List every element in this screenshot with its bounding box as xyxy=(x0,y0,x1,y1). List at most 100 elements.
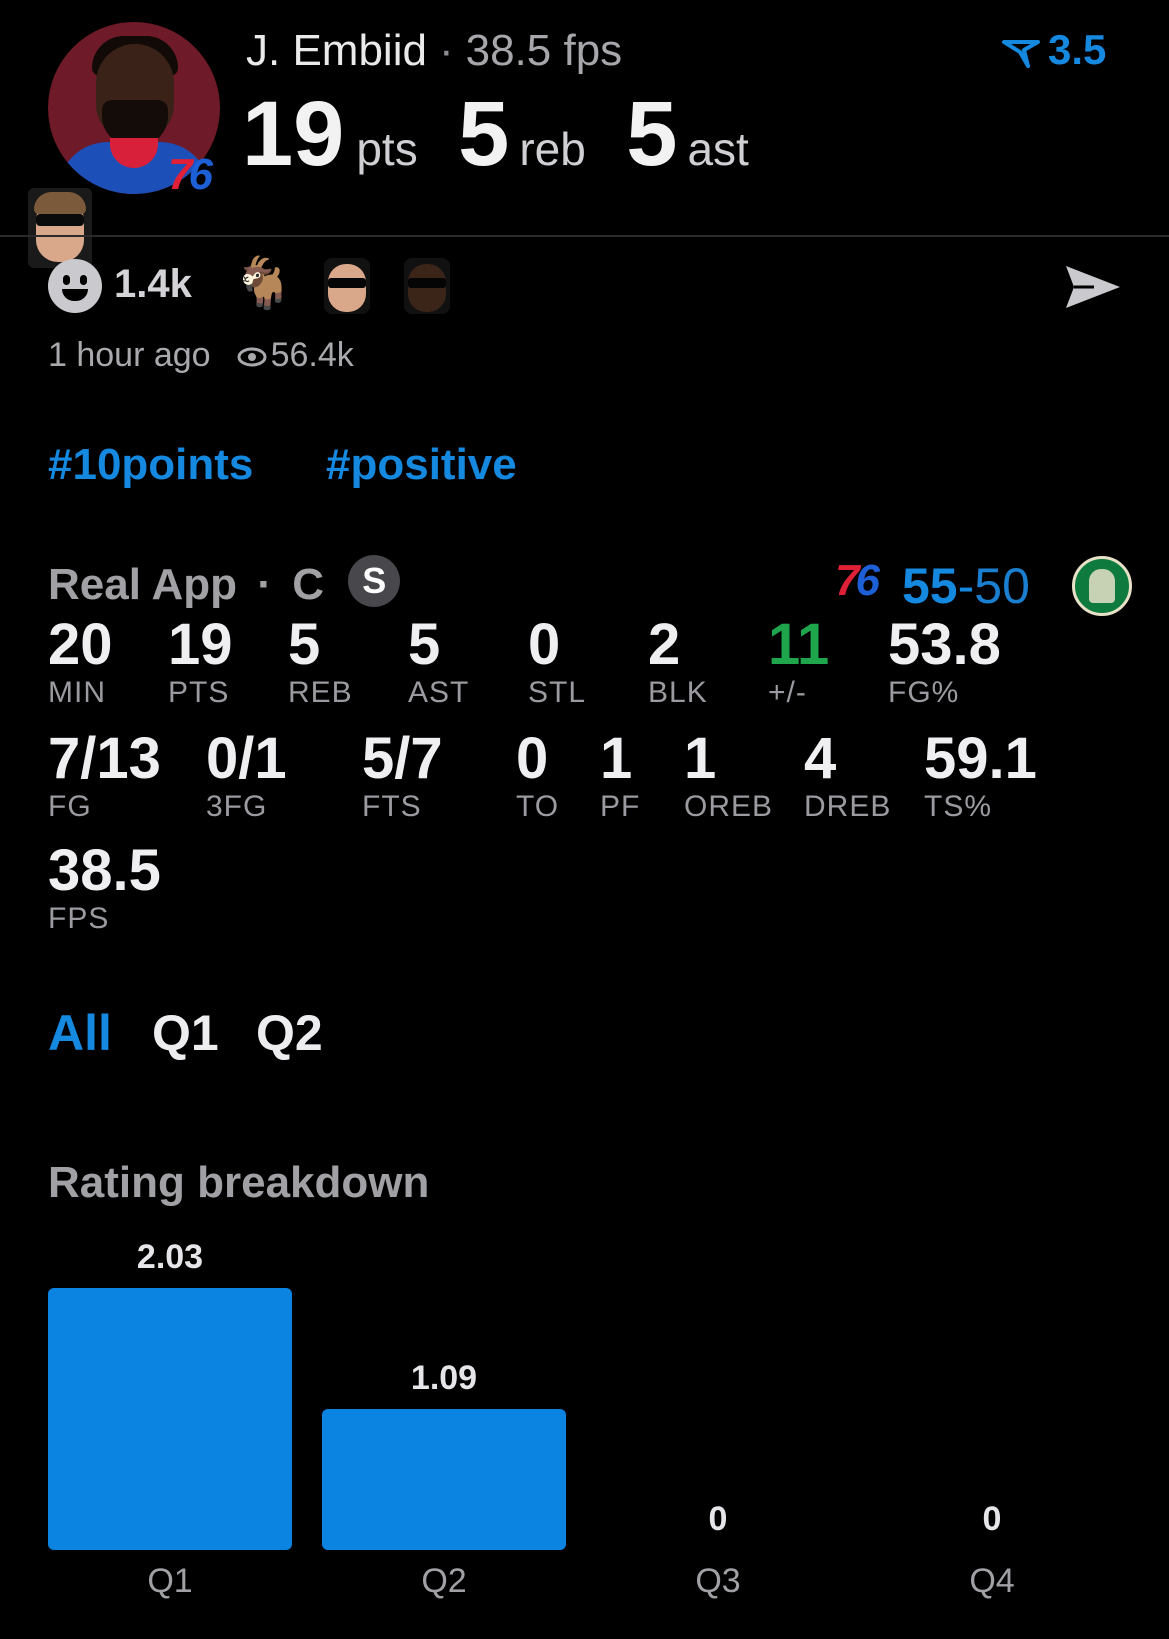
stat-value: 20 xyxy=(48,612,113,677)
stat-value: 4 xyxy=(804,726,837,791)
stat-value: 1 xyxy=(600,726,633,791)
stat-label: FPS xyxy=(48,902,110,935)
smile-icon[interactable] xyxy=(48,259,102,313)
hashtag-link[interactable]: #10points xyxy=(48,440,253,490)
stat-value: 19 xyxy=(168,612,233,677)
reb-value: 5 xyxy=(458,83,510,185)
stat-fps: 38.5 FPS xyxy=(48,840,161,936)
stat-value: 11 xyxy=(768,612,830,677)
category-label: Q2 xyxy=(421,1562,467,1600)
stat-: 11 +/- xyxy=(768,614,829,710)
stat-label: OREB xyxy=(684,790,774,823)
stat-ts: 59.1 TS% xyxy=(924,728,1037,824)
stat-label: DREB xyxy=(804,790,892,823)
stat-label: TO xyxy=(516,790,560,823)
pts-value: 19 xyxy=(242,83,345,185)
chart-bar-q1[interactable] xyxy=(48,1288,292,1550)
away-team-logo xyxy=(1072,556,1132,616)
bar-value-label: 1.09 xyxy=(410,1359,478,1397)
post-time: 1 hour ago xyxy=(48,336,211,374)
stat-oreb: 1 OREB xyxy=(684,728,773,824)
reactor-avatar[interactable] xyxy=(324,258,370,314)
hashtag-link[interactable]: #positive xyxy=(326,440,517,490)
stat-pf: 1 PF xyxy=(600,728,640,824)
post-meta: 1 hour ago 56.4k xyxy=(48,336,354,375)
stat-reb: 5 REB xyxy=(288,614,353,710)
game-score[interactable]: 55-50 xyxy=(902,557,1030,615)
stat-fg: 7/13 FG xyxy=(48,728,161,824)
position-label: C xyxy=(292,560,324,609)
stat-stl: 0 STL xyxy=(528,614,586,710)
tab-q1[interactable]: Q1 xyxy=(152,1004,219,1062)
stat-value: 53.8 xyxy=(888,612,1001,677)
stat-value: 0 xyxy=(516,726,549,791)
chart-bar-q2[interactable] xyxy=(322,1409,566,1550)
stat-pts: 19 PTS xyxy=(168,614,233,710)
source-label: Real App xyxy=(48,560,238,609)
stat-label: MIN xyxy=(48,676,106,709)
game-source-line: Real App · C S xyxy=(48,555,401,613)
stat-value: 38.5 xyxy=(48,838,161,903)
bar-value-label: 2.03 xyxy=(136,1238,204,1276)
stat-value: 5 xyxy=(288,612,321,677)
ast-unit: ast xyxy=(687,123,749,175)
stat-label: FG xyxy=(48,790,92,823)
ast-value: 5 xyxy=(626,83,678,185)
tab-q2[interactable]: Q2 xyxy=(256,1004,323,1062)
stat-value: 59.1 xyxy=(924,726,1037,791)
stat-label: FTS xyxy=(362,790,422,823)
headline-stats: 19 pts 5 reb 5 ast xyxy=(242,82,749,187)
player-name[interactable]: J. Embiid xyxy=(246,26,427,75)
stat-ast: 5 AST xyxy=(408,614,469,710)
chart-title: Rating breakdown xyxy=(48,1158,430,1207)
team-logo-76ers: 76 xyxy=(168,150,213,199)
stat-value: 7/13 xyxy=(48,726,161,791)
stat-value: 5/7 xyxy=(362,726,443,791)
divider xyxy=(0,235,1169,237)
stat-to: 0 TO xyxy=(516,728,559,824)
reb-unit: reb xyxy=(519,123,586,175)
stat-label: FG% xyxy=(888,676,960,709)
stat-fg: 53.8 FG% xyxy=(888,614,1001,710)
category-label: Q1 xyxy=(147,1562,193,1600)
stat-dreb: 4 DREB xyxy=(804,728,891,824)
stat-label: REB xyxy=(288,676,353,709)
stat-label: +/- xyxy=(768,676,807,709)
status-badge: S xyxy=(348,555,401,608)
rating-chart: 2.03 Q1 1.09 Q2 0 Q3 0 Q4 xyxy=(48,1230,1120,1610)
stat-label: AST xyxy=(408,676,470,709)
stat-label: TS% xyxy=(924,790,993,823)
stat-label: PF xyxy=(600,790,641,823)
poster-avatar[interactable] xyxy=(28,188,92,268)
stat-3fg: 0/1 3FG xyxy=(206,728,287,824)
reaction-count[interactable]: 1.4k xyxy=(114,262,192,307)
stat-blk: 2 BLK xyxy=(648,614,708,710)
category-label: Q3 xyxy=(695,1562,741,1600)
bar-value-label: 0 xyxy=(708,1500,728,1538)
eye-icon xyxy=(237,347,267,367)
player-name-line[interactable]: J. Embiid · 38.5 fps xyxy=(246,26,622,76)
stat-value: 0/1 xyxy=(206,726,287,791)
home-team-logo: 76 xyxy=(835,556,880,605)
stat-value: 2 xyxy=(648,612,681,677)
pts-unit: pts xyxy=(356,123,418,175)
tab-all[interactable]: All xyxy=(48,1004,112,1062)
bar-value-label: 0 xyxy=(982,1500,1002,1538)
stat-value: 1 xyxy=(684,726,717,791)
stat-label: STL xyxy=(528,676,587,709)
stat-min: 20 MIN xyxy=(48,614,113,710)
send-icon[interactable] xyxy=(1064,262,1122,317)
goat-icon[interactable]: 🐐 xyxy=(232,254,294,313)
stat-value: 0 xyxy=(528,612,561,677)
boost-indicator[interactable]: 3.5 xyxy=(1002,26,1106,74)
home-score: 55 xyxy=(902,558,958,614)
stat-label: 3FG xyxy=(206,790,268,823)
stat-label: BLK xyxy=(648,676,708,709)
stat-label: PTS xyxy=(168,676,230,709)
view-count: 56.4k xyxy=(270,336,354,374)
category-label: Q4 xyxy=(969,1562,1015,1600)
player-fps: 38.5 fps xyxy=(465,26,623,75)
away-score: 50 xyxy=(974,558,1030,614)
reactor-avatar[interactable] xyxy=(404,258,450,314)
stat-fts: 5/7 FTS xyxy=(362,728,443,824)
